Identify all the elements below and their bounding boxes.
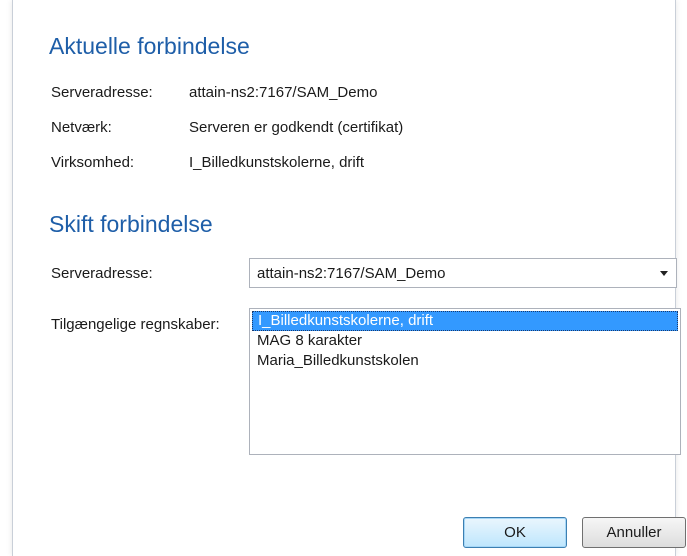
- server-address-dropdown[interactable]: attain-ns2:7167/SAM_Demo: [249, 258, 677, 288]
- current-server-label: Serveradresse:: [51, 84, 153, 101]
- ok-button[interactable]: OK: [463, 517, 567, 548]
- server-address-label: Serveradresse:: [51, 265, 153, 282]
- company-label: Virksomhed:: [51, 154, 135, 171]
- account-item-selected[interactable]: I_Billedkunstskolerne, drift: [252, 311, 678, 331]
- server-address-selected: attain-ns2:7167/SAM_Demo: [257, 265, 446, 282]
- account-item[interactable]: Maria_Billedkunstskolen: [252, 351, 678, 371]
- cancel-button[interactable]: Annuller: [582, 517, 686, 548]
- current-server-value: attain-ns2:7167/SAM_Demo: [189, 84, 378, 101]
- connection-dialog: Aktuelle forbindelse Serveradresse: atta…: [12, 0, 686, 556]
- available-accounts-label: Tilgængelige regnskaber:: [51, 316, 220, 333]
- available-accounts-list[interactable]: I_Billedkunstskolerne, drift MAG 8 karak…: [249, 308, 681, 455]
- account-item[interactable]: MAG 8 karakter: [252, 331, 678, 351]
- network-value: Serveren er godkendt (certifikat): [189, 119, 404, 136]
- chevron-down-icon[interactable]: [660, 271, 668, 276]
- company-value: I_Billedkunstskolerne, drift: [189, 154, 365, 171]
- switch-connection-heading: Skift forbindelse: [49, 211, 213, 237]
- network-label: Netværk:: [51, 119, 112, 136]
- current-connection-heading: Aktuelle forbindelse: [49, 33, 250, 59]
